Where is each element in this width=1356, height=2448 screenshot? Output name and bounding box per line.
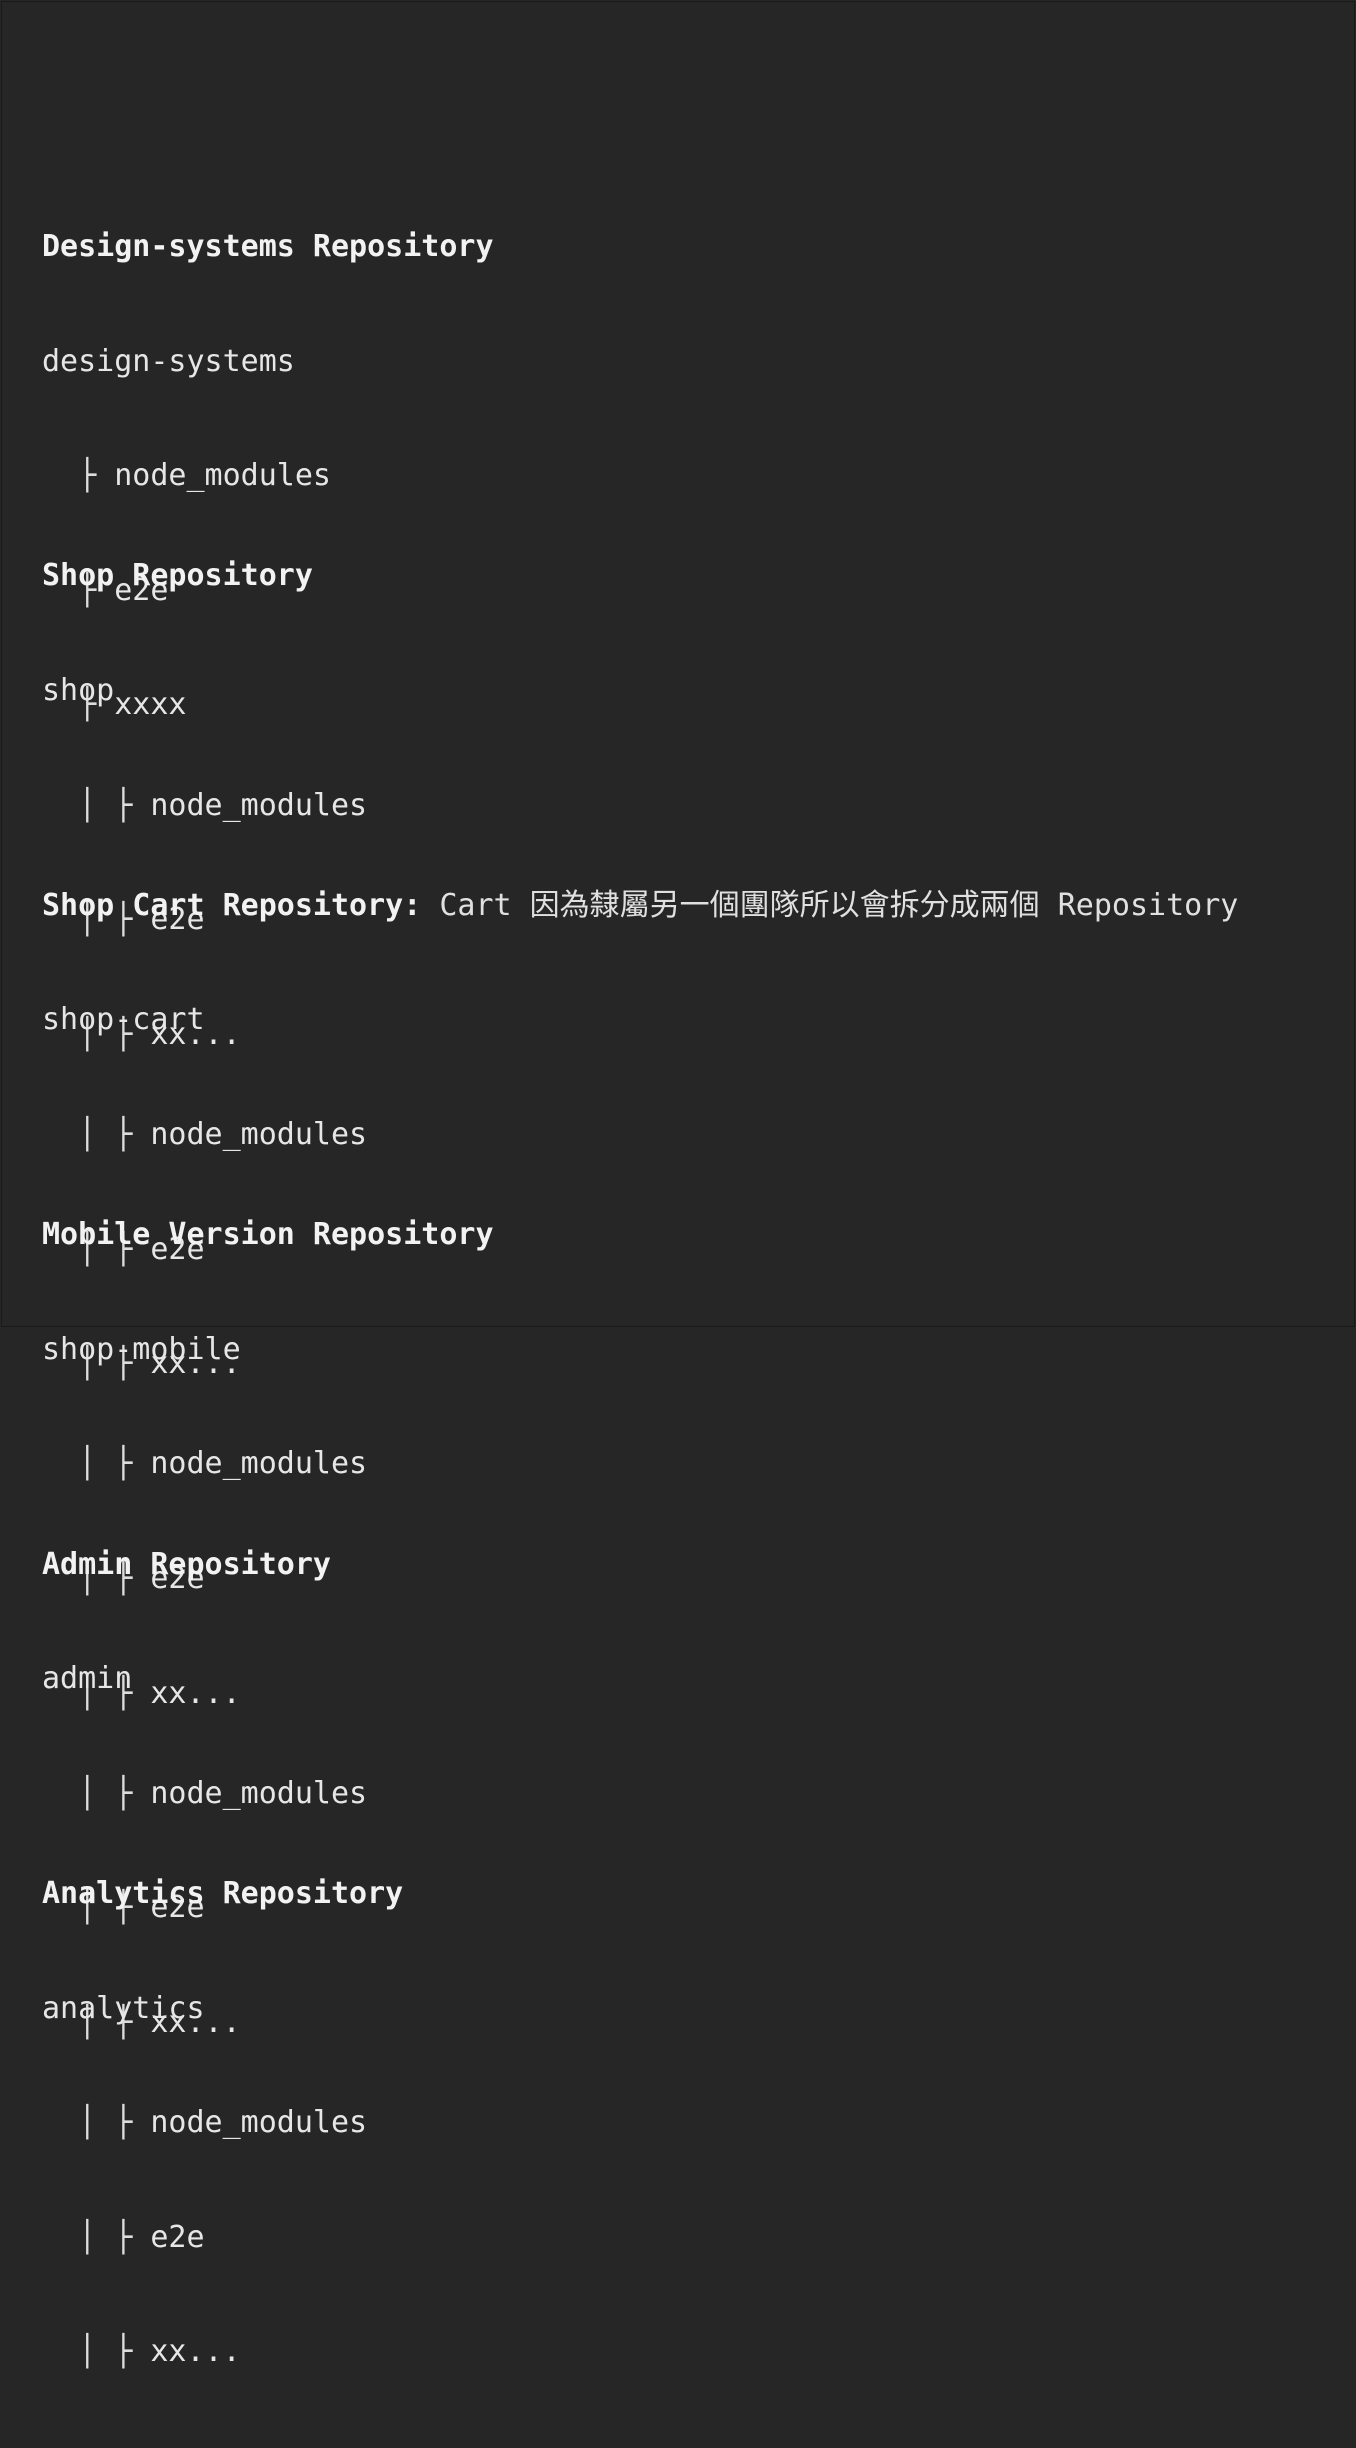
tree-item-label: node_modules — [150, 2105, 368, 2141]
code-block: Design-systems Repository design-systems… — [42, 37, 1239, 2369]
repo-note: Cart 因為隸屬另一個團隊所以會拆分成兩個 Repository — [421, 887, 1239, 923]
repo-section-design-systems: Design-systems Repository design-systems… — [42, 152, 1238, 722]
repo-section-admin: Admin Repository admin │ ├ node_modules … — [42, 1469, 1238, 2040]
repo-folder-name: design-systems — [42, 343, 295, 379]
repo-title: Mobile Version Repository — [42, 1217, 494, 1253]
repo-title: Shop Repository — [42, 558, 313, 594]
repo-title: Analytics Repository — [42, 1876, 404, 1912]
repo-section-analytics: Analytics Repository analytics │ ├ node_… — [42, 1799, 1238, 2369]
repo-title: Design-systems Repository — [42, 229, 494, 265]
tree-item-label: node_modules — [150, 1117, 368, 1153]
repo-title: Admin Repository — [42, 1546, 331, 1582]
tree-item-label: node_modules — [150, 1446, 368, 1482]
repo-folder-name: shop-mobile — [42, 1331, 241, 1367]
repo-section-shop: Shop Repository shop │ ├ node_modules │ … — [42, 481, 1238, 1051]
tree-branch-glyph: │ ├ — [42, 1117, 151, 1153]
tree-item: │ ├ e2e — [42, 2219, 1238, 2257]
tree-item-label: xxxx — [114, 687, 187, 723]
tree-branch-glyph: ├ — [42, 458, 115, 494]
tree-branch-glyph: │ ├ — [42, 2105, 151, 2141]
tree-item-label: node_modules — [114, 458, 331, 494]
tree-item-label: e2e — [150, 2219, 205, 2255]
tree-item-label: xx... — [150, 1675, 241, 1711]
tree-item-label: xx... — [150, 2334, 241, 2370]
repo-section-shop-cart: Shop Cart Repository: Cart 因為隸屬另一個團隊所以會拆… — [42, 810, 1239, 1381]
repo-section-shop-mobile: Mobile Version Repository shop-mobile │ … — [42, 1140, 1238, 1710]
tree-item-label: node_modules — [150, 1775, 368, 1811]
tree-item-label: node_modules — [150, 787, 368, 823]
tree-branch-glyph: │ ├ — [42, 787, 151, 823]
tree-branch-glyph: │ ├ — [42, 2334, 151, 2370]
repo-folder-name: shop — [42, 673, 115, 709]
tree-item: │ ├ node_modules — [42, 2104, 1238, 2142]
tree-item: │ ├ xx... — [42, 2333, 1238, 2371]
repo-title: Shop Cart Repository: — [42, 887, 422, 923]
tree-branch-glyph: │ ├ — [42, 1775, 151, 1811]
tree-branch-glyph: │ ├ — [42, 1446, 151, 1482]
tree-branch-glyph: │ ├ — [42, 2219, 151, 2255]
